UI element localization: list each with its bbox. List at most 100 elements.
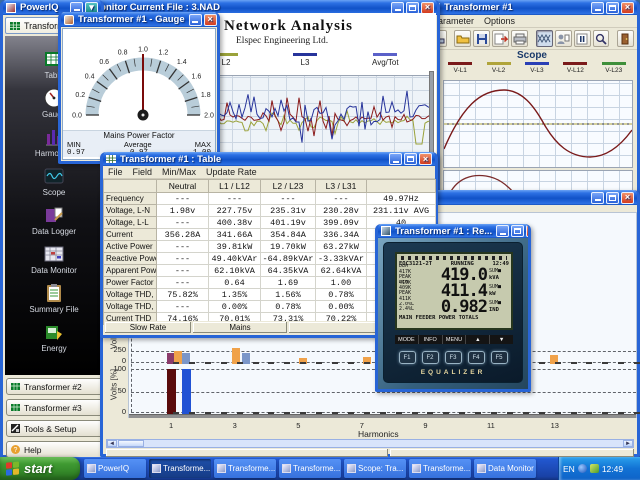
x-tick-label: 1 <box>169 421 173 430</box>
close-icon[interactable]: × <box>421 2 434 14</box>
report-button[interactable] <box>555 30 572 47</box>
x-tick-label: 11 <box>487 421 495 430</box>
close-icon[interactable]: × <box>204 14 217 26</box>
minimize-icon[interactable] <box>496 225 509 237</box>
scrollbar-thumb[interactable] <box>118 440 144 447</box>
tray-app-icon[interactable] <box>590 464 599 473</box>
legend-label: V-L3 <box>530 67 543 74</box>
maximize-icon[interactable] <box>406 2 419 14</box>
equalizer-titlebar[interactable]: Transformer #1 : Re... × <box>378 224 528 238</box>
sidebar-item-scope[interactable]: Scope <box>9 165 99 197</box>
table-row-label: Voltage THD, L-N <box>104 289 157 301</box>
taskbar-button[interactable]: PowerIQ <box>84 459 146 478</box>
transformer2-button[interactable]: Transformer #2 <box>6 378 103 395</box>
menu-file[interactable]: File <box>108 167 123 177</box>
mains-button[interactable]: Mains <box>193 322 287 333</box>
maximize-icon[interactable] <box>404 153 417 165</box>
start-button[interactable]: start <box>0 457 80 480</box>
maximize-icon[interactable] <box>606 2 619 14</box>
pause-button[interactable] <box>574 30 591 47</box>
sidebar-item-summary-file[interactable]: Summary File <box>9 282 99 314</box>
table-cell: --- <box>261 193 316 205</box>
table-row-label: Current <box>104 229 157 241</box>
exit-button[interactable] <box>617 30 634 47</box>
taskbar-button[interactable]: Scope: Tra... <box>344 459 406 478</box>
language-indicator[interactable]: EN <box>563 464 575 474</box>
horizontal-scrollbar[interactable]: ◄ ► <box>106 439 634 448</box>
scroll-left-icon[interactable]: ◄ <box>107 440 117 447</box>
f1-key[interactable]: F1 <box>399 351 416 364</box>
table-window-icon <box>106 154 116 164</box>
f5-key[interactable]: F5 <box>491 351 508 364</box>
help-button[interactable]: ? Help <box>6 441 103 458</box>
f3-key[interactable]: F3 <box>445 351 462 364</box>
table-row-label: Frequency <box>104 193 157 205</box>
tools-setup-button[interactable]: Tools & Setup <box>6 420 103 437</box>
taskbar-button[interactable]: Transforme... <box>149 459 211 478</box>
table-column-header[interactable]: Neutral <box>157 180 209 193</box>
info-button[interactable]: INFO <box>419 335 443 344</box>
close-icon[interactable]: × <box>621 192 634 204</box>
table-column-header[interactable] <box>367 180 436 193</box>
transformer3-button[interactable]: Transformer #3 <box>6 399 103 416</box>
table-cell: 231.11v AVG <box>367 205 436 217</box>
mode-button[interactable]: MODE <box>395 335 419 344</box>
table-titlebar[interactable]: Transformer #1 : Table × <box>103 152 435 166</box>
open-file-button[interactable] <box>454 30 471 47</box>
sidebar-item-data-monitor[interactable]: Data Monitor <box>9 243 99 275</box>
scope-menubar: Parameter Options <box>427 15 637 28</box>
menu-minmax[interactable]: Min/Max <box>162 167 196 177</box>
f4-key[interactable]: F4 <box>468 351 485 364</box>
taskbar-button-label: Transforme... <box>293 464 340 473</box>
taskbar-button[interactable]: Transforme... <box>214 459 276 478</box>
scope-view-button[interactable] <box>536 30 553 47</box>
menu-update-rate[interactable]: Update Rate <box>206 167 257 177</box>
print-button[interactable] <box>511 30 528 47</box>
minimize-icon[interactable] <box>591 192 604 204</box>
maximize-icon[interactable] <box>606 192 619 204</box>
desktop: Data Monitor Current File : 3.NAD × Netw… <box>0 0 640 480</box>
harmonic-bar <box>182 369 191 414</box>
transformer2-button-label: Transformer #2 <box>24 382 82 392</box>
table-column-header[interactable] <box>104 180 157 193</box>
slow-rate-button[interactable]: Slow Rate <box>105 322 191 333</box>
save-button[interactable] <box>473 30 490 47</box>
menu-field[interactable]: Field <box>133 167 153 177</box>
table-column-header[interactable]: L1 / L12 <box>209 180 261 193</box>
maximize-icon[interactable] <box>511 225 524 237</box>
nad-scrollbar[interactable] <box>429 71 434 163</box>
minimize-icon[interactable] <box>391 2 404 14</box>
svg-text:1.2: 1.2 <box>159 50 169 57</box>
export-button[interactable] <box>492 30 509 47</box>
svg-text:1.0: 1.0 <box>138 47 148 54</box>
gauge-titlebar[interactable]: Transformer #1 - Gauge × <box>61 12 217 27</box>
tray-round-icon[interactable] <box>578 464 587 473</box>
table-column-header[interactable]: L3 / L31 <box>316 180 367 193</box>
close-icon[interactable]: × <box>419 153 432 165</box>
taskbar-button[interactable]: Transforme... <box>279 459 341 478</box>
down-arrow-icon[interactable]: ▼ <box>490 335 513 344</box>
zoom-button[interactable] <box>593 30 610 47</box>
close-icon[interactable]: × <box>526 225 528 237</box>
scope-titlebar[interactable]: Transformer #1 × <box>427 0 637 15</box>
scroll-right-icon[interactable]: ► <box>623 440 633 447</box>
legend-color-swatch <box>525 62 549 65</box>
baseline-mark <box>586 362 592 364</box>
taskbar-button[interactable]: Transforme... <box>409 459 471 478</box>
gauge-max-label: MAX <box>195 140 211 149</box>
up-arrow-icon[interactable]: ▲ <box>466 335 490 344</box>
menu-button[interactable]: MENU <box>443 335 467 344</box>
table-cell: 230.28v <box>316 205 367 217</box>
f2-key[interactable]: F2 <box>422 351 439 364</box>
sidebar-item-energy[interactable]: Energy <box>9 321 99 353</box>
sidebar-item-data-logger[interactable]: Data Logger <box>9 204 99 236</box>
minimize-icon[interactable] <box>389 153 402 165</box>
gauge-window: Transformer #1 - Gauge × 0.00.20.40.60.8… <box>58 12 220 164</box>
menu-options[interactable]: Options <box>484 16 515 26</box>
minimize-icon[interactable] <box>591 2 604 14</box>
close-icon[interactable]: × <box>621 2 634 14</box>
table-column-header[interactable]: L2 / L23 <box>261 180 316 193</box>
minimize-icon[interactable] <box>189 14 202 26</box>
help-icon: ? <box>10 444 21 455</box>
taskbar-button[interactable]: Data Monitor <box>474 459 536 478</box>
